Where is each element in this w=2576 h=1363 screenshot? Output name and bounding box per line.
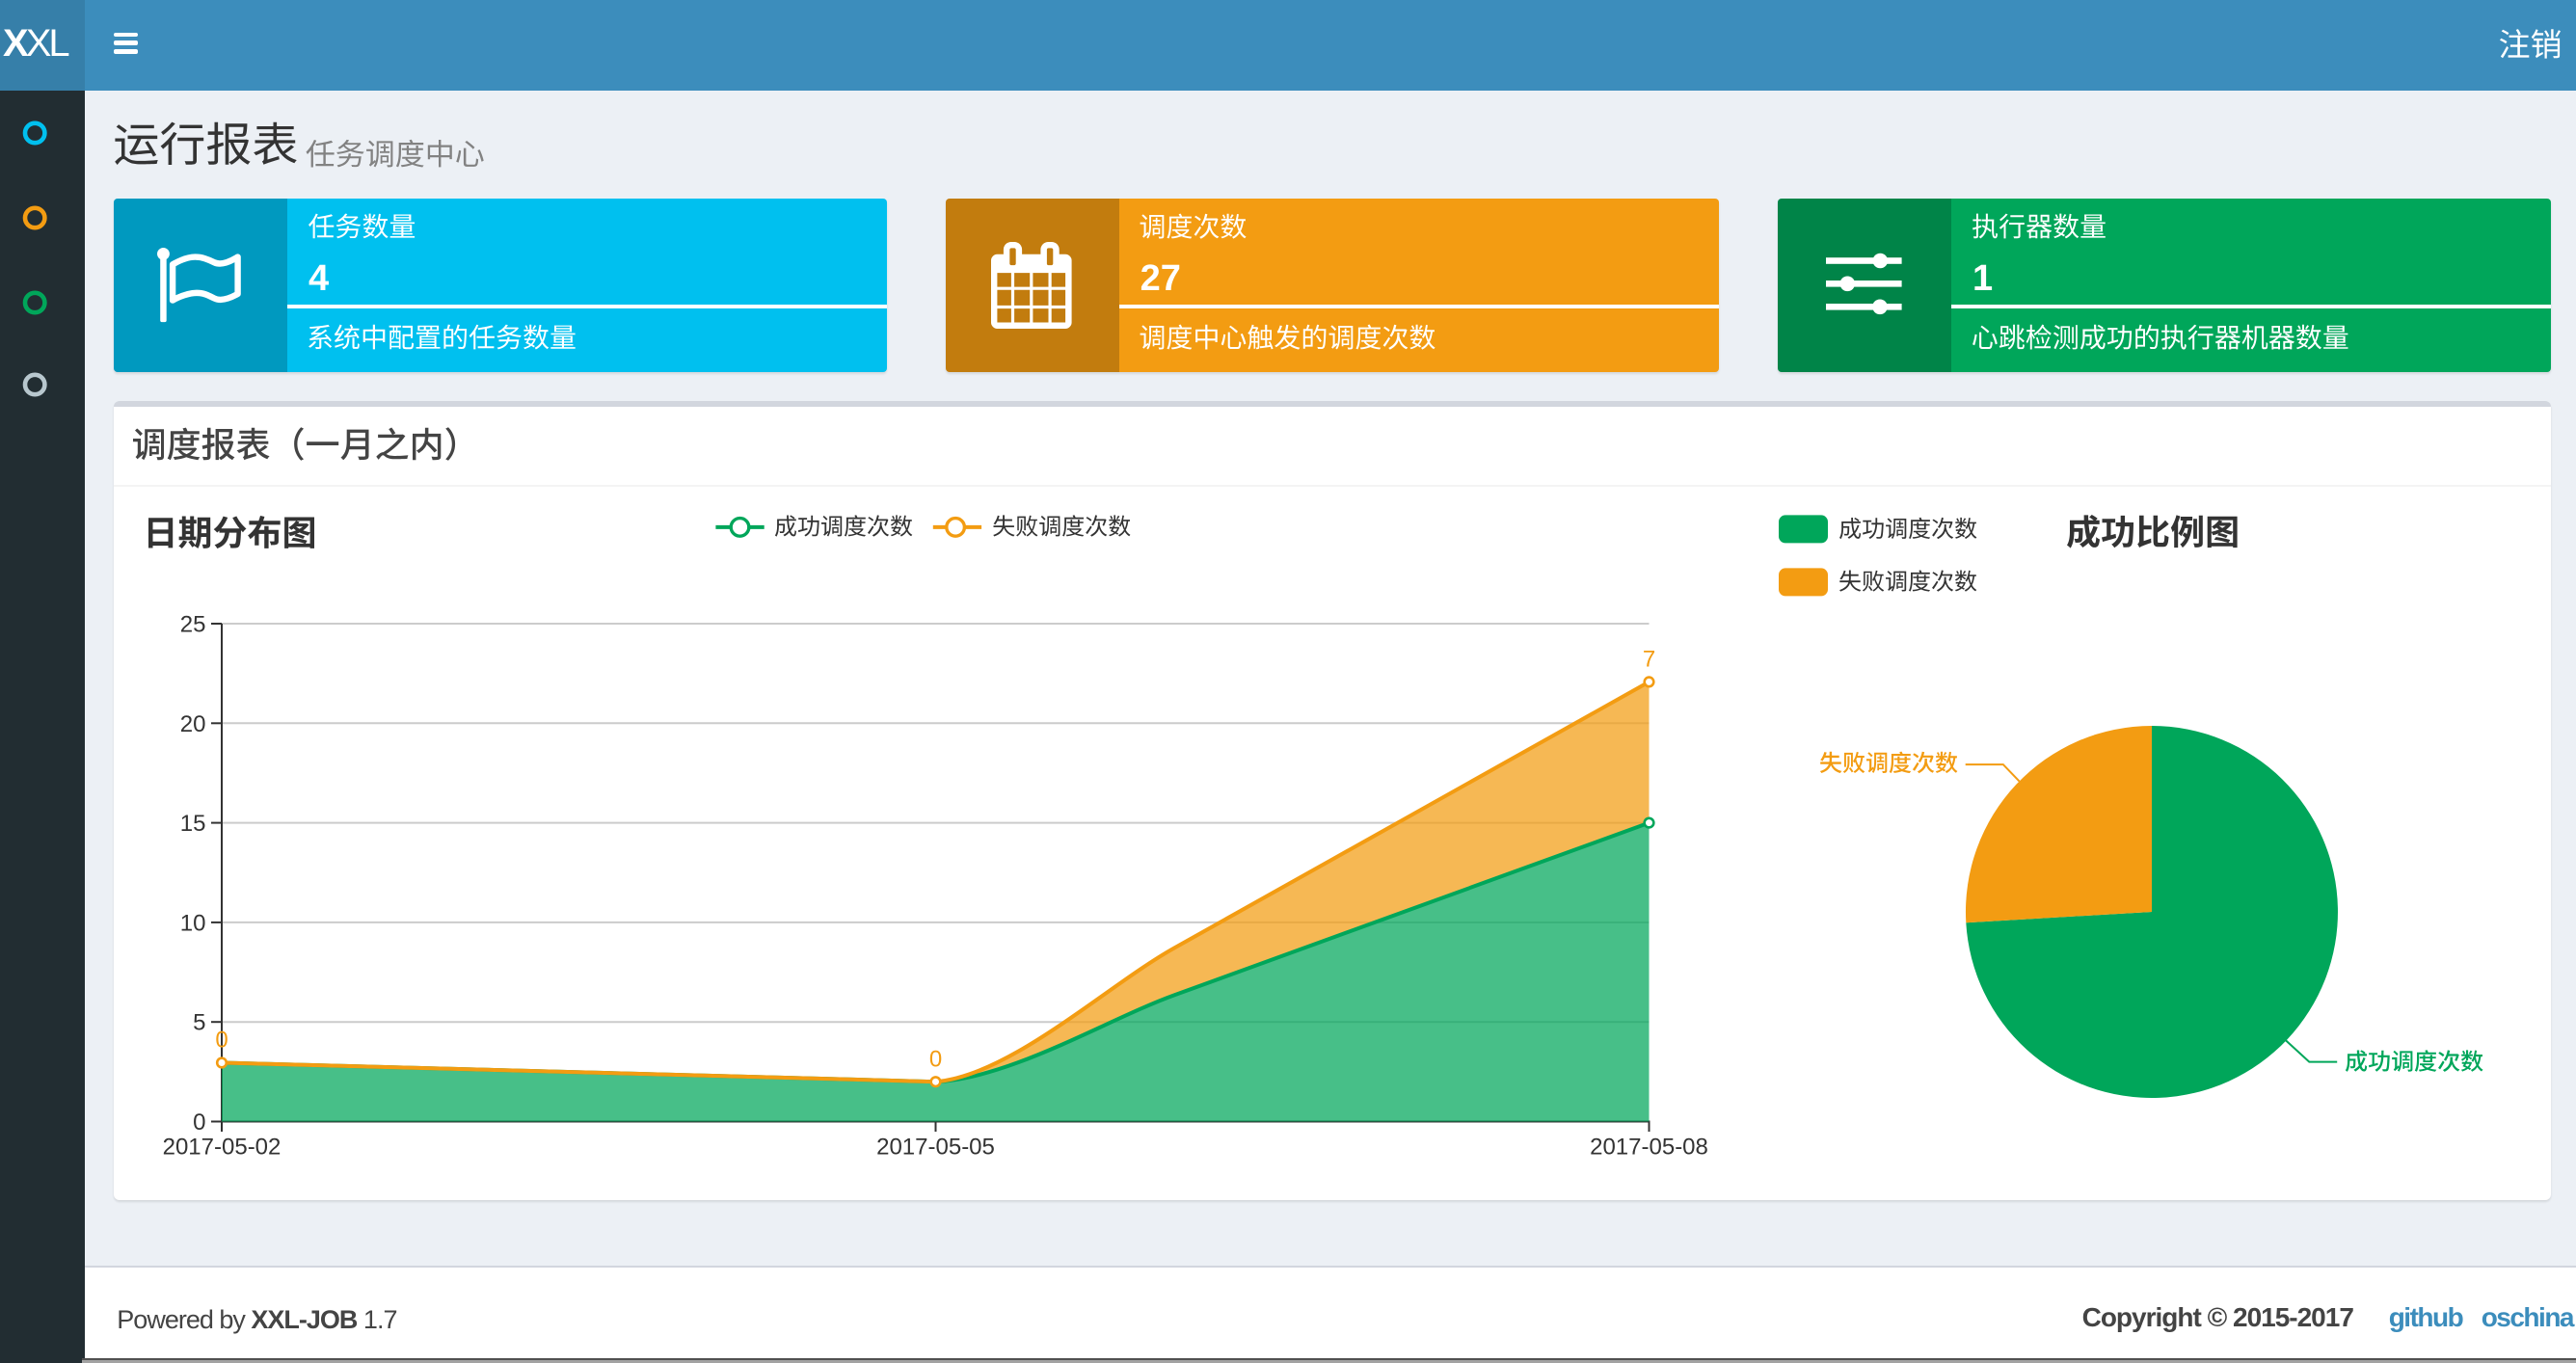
svg-text:10: 10 — [180, 910, 206, 936]
svg-text:0: 0 — [193, 1109, 205, 1136]
svg-text:25: 25 — [180, 611, 206, 637]
svg-text:0: 0 — [929, 1046, 942, 1072]
svg-text:0: 0 — [215, 1027, 228, 1053]
svg-text:20: 20 — [180, 711, 206, 737]
svg-text:7: 7 — [1643, 646, 1655, 672]
svg-text:2017-05-05: 2017-05-05 — [876, 1134, 995, 1160]
svg-text:2017-05-08: 2017-05-08 — [1590, 1134, 1708, 1160]
svg-text:5: 5 — [193, 1009, 205, 1035]
svg-text:2017-05-02: 2017-05-02 — [163, 1134, 282, 1160]
svg-text:15: 15 — [180, 811, 206, 837]
